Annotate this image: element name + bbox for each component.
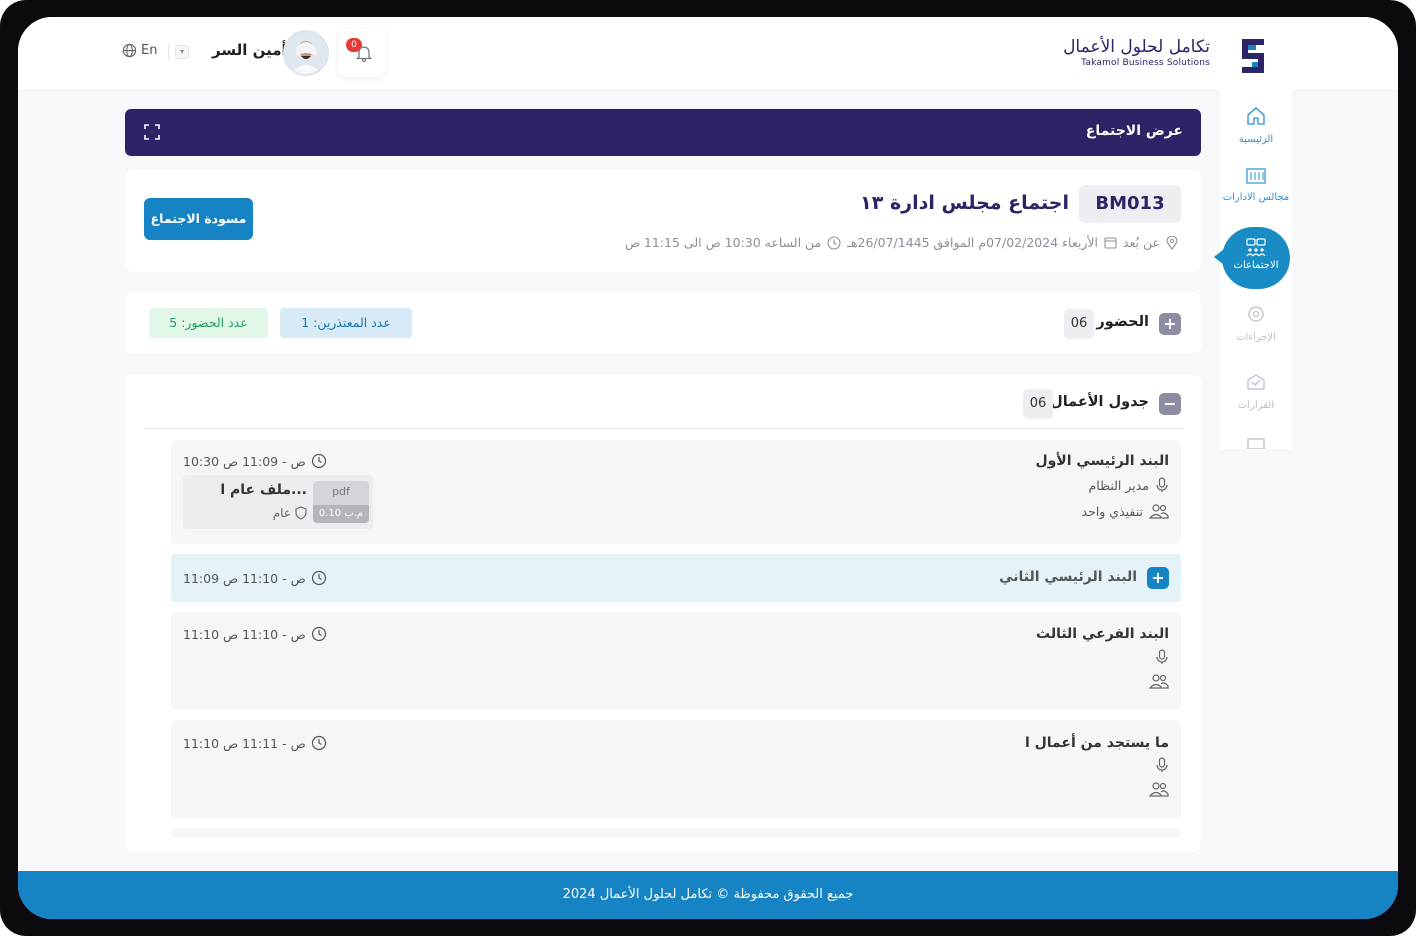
meeting-date: الأربعاء 07/02/2024م الموافق 26/07/1445ه…	[847, 235, 1098, 250]
chevron-down-icon[interactable]: ▾	[175, 45, 189, 59]
agenda-item	[171, 828, 1181, 838]
meeting-header-card	[125, 170, 1201, 272]
agenda-item-time-text: 11:10 ص - 11:11 ص	[183, 735, 306, 751]
logo-icon[interactable]	[1234, 33, 1274, 79]
sidebar-item-label: الإجراءات	[1236, 332, 1276, 343]
users-icon	[1149, 782, 1169, 797]
visibility-label: عام	[272, 506, 291, 520]
meeting-time: من الساعه 10:30 ص الى 11:15 ص	[624, 235, 822, 250]
sidebar-item-meetings[interactable]: الاجتماعات	[1214, 227, 1290, 289]
users-icon	[1149, 504, 1169, 519]
present-count-badge: عدد الحضور: 5	[149, 308, 268, 338]
expand-item-button[interactable]: +	[1147, 567, 1169, 589]
meeting-meta: عن بُعد الأربعاء 07/02/2024م الموافق 26/…	[625, 235, 1178, 250]
sidebar-item-boards[interactable]: مجالس الادارات	[1220, 167, 1292, 204]
globe-icon	[122, 43, 137, 58]
brand: تكامل لحلول الأعمال Takamol Business Sol…	[1063, 37, 1210, 68]
agenda-item[interactable]: + البند الرئيسي الثاني 11:09 ص - 11:10 ص	[171, 554, 1181, 602]
agenda-item-time: 11:10 ص - 11:10 ص	[183, 626, 327, 642]
sidebar-item-label: القرارات	[1237, 400, 1275, 411]
more-icon	[1247, 438, 1265, 449]
file-type: pdf	[332, 485, 350, 498]
clock-icon	[311, 626, 326, 642]
excused-count-badge: عدد المعتذرين: 1	[280, 308, 412, 338]
clock-icon	[827, 235, 841, 250]
agenda-item-title: البند الفرعي الثالث	[1036, 626, 1169, 642]
clock-icon	[311, 735, 326, 751]
group-name: تنفيذي واحد	[1081, 503, 1143, 519]
sidebar-item-label: الرئيسية	[1238, 134, 1274, 145]
meeting-code: BM013	[1079, 185, 1181, 223]
speaker-name: مدير النظام	[1088, 477, 1149, 493]
agenda-item-title: البند الرئيسي الأول	[1035, 453, 1169, 469]
app-screen: En ▾ أمين السر 0 تكامل لحلول الأعمال Tak…	[18, 17, 1398, 919]
agenda-item-time: 10:30 ص - 11:09 ص	[183, 453, 327, 469]
agenda-item-time-text: 10:30 ص - 11:09 ص	[183, 453, 306, 469]
meeting-location: عن بُعد	[1122, 235, 1160, 250]
collapse-agenda-button[interactable]: −	[1159, 393, 1181, 415]
attendance-count: 06	[1064, 309, 1094, 339]
shield-icon	[295, 506, 307, 520]
avatar[interactable]	[283, 30, 329, 76]
agenda-item[interactable]: البند الفرعي الثالث 11:10 ص - 11:10 ص	[171, 612, 1181, 710]
sidebar-item-label: الاجتماعات	[1233, 260, 1279, 271]
clock-icon	[311, 570, 326, 586]
decisions-icon	[1247, 374, 1265, 390]
language-label: En	[141, 43, 158, 58]
divider	[144, 428, 1182, 429]
meeting-title: اجتماع مجلس ادارة ١٣	[860, 192, 1069, 214]
footer: جميع الحقوق محفوظة © تكامل لحلول الأعمال…	[18, 871, 1398, 919]
agenda-item-title: البند الرئيسي الثاني	[999, 569, 1137, 585]
agenda-item[interactable]: البند الرئيسي الأول 10:30 ص - 11:09 ص مد…	[171, 440, 1181, 544]
page-title-bar: عرض الاجتماع	[125, 109, 1201, 156]
agenda-item-time: 11:10 ص - 11:11 ص	[183, 735, 327, 751]
sidebar-item-decisions[interactable]: القرارات	[1220, 371, 1292, 412]
agenda-item[interactable]: ما يستجد من أعمال ا 11:10 ص - 11:11 ص	[171, 720, 1181, 818]
calendar-icon	[1104, 237, 1117, 249]
location-icon	[1166, 235, 1178, 250]
brand-name-ar: تكامل لحلول الأعمال	[1063, 37, 1210, 57]
divider	[168, 44, 169, 60]
microphone-icon	[1156, 477, 1168, 492]
microphone-icon	[1156, 649, 1168, 664]
attachment-card[interactable]: pdf 0.10 م.ب ملف عام ا... عام	[183, 475, 373, 529]
file-size: 0.10 م.ب	[313, 505, 369, 523]
home-icon	[1247, 107, 1265, 125]
file-title: ملف عام ا...	[220, 482, 307, 498]
page-title: عرض الاجتماع	[1085, 123, 1183, 139]
expand-attendance-button[interactable]: +	[1159, 313, 1181, 335]
procedures-icon	[1248, 306, 1264, 322]
agenda-title: جدول الأعمال	[1050, 394, 1149, 410]
clock-icon	[311, 453, 326, 469]
bell-icon	[355, 46, 373, 63]
boards-icon	[1246, 168, 1266, 184]
meetings-icon	[1246, 238, 1266, 257]
attendance-title: الحضور	[1096, 314, 1149, 330]
agenda-item-title: ما يستجد من أعمال ا	[1024, 735, 1169, 751]
agenda-item-time-text: 11:09 ص - 11:10 ص	[183, 570, 306, 586]
file-visibility: عام	[273, 506, 307, 520]
sidebar-item-label: مجالس الادارات	[1222, 192, 1290, 203]
agenda-count: 06	[1023, 389, 1053, 419]
users-icon	[1149, 674, 1169, 689]
user-name[interactable]: أمين السر	[212, 41, 287, 59]
sidebar-item-home[interactable]: الرئيسية	[1220, 105, 1292, 146]
top-header: En ▾ أمين السر 0 تكامل لحلول الأعمال Tak…	[18, 17, 1398, 89]
notifications-button[interactable]: 0	[338, 29, 386, 77]
file-type-icon: pdf 0.10 م.ب	[313, 481, 369, 523]
agenda-item-time-text: 11:10 ص - 11:10 ص	[183, 626, 306, 642]
agenda-item-group: تنفيذي واحد	[1082, 503, 1169, 519]
sidebar-item-procedures[interactable]: الإجراءات	[1220, 303, 1292, 344]
fullscreen-icon[interactable]	[143, 123, 161, 141]
language-switcher[interactable]: En	[122, 43, 157, 58]
microphone-icon	[1156, 757, 1168, 772]
agenda-item-speaker: مدير النظام	[1089, 477, 1169, 493]
meeting-draft-button[interactable]: مسودة الاجتماع	[144, 198, 253, 240]
brand-name-en: Takamol Business Solutions	[1081, 58, 1210, 68]
agenda-item-time: 11:09 ص - 11:10 ص	[183, 570, 327, 586]
